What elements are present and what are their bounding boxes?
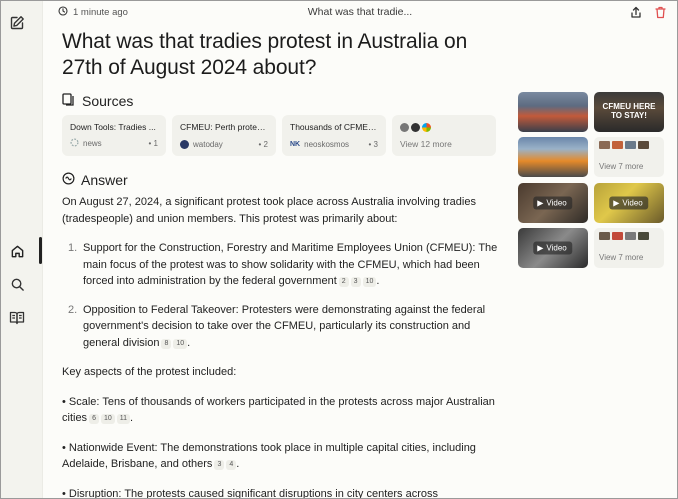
video-label: Video [546, 198, 567, 208]
thumb-preview [612, 232, 623, 240]
view-more-text: View 7 more [599, 162, 644, 171]
source-number-value: 2 [263, 140, 268, 149]
library-icon[interactable] [7, 307, 27, 327]
answer-body: On August 27, 2024, a significant protes… [62, 194, 507, 499]
question-title: What was that tradies protest in Austral… [62, 30, 468, 79]
aspect-text: • Disruption: The protests caused signif… [62, 487, 438, 499]
list-item: 1. Support for the Construction, Forestr… [68, 242, 498, 287]
aspect-item: • Scale: Tens of thousands of workers pa… [62, 395, 495, 424]
source-card[interactable]: CFMEU: Perth protes... watoday • 2 [172, 115, 276, 156]
view-more-videos-tile[interactable]: View 7 more [594, 228, 664, 268]
play-icon: ▶ [537, 198, 544, 208]
citation-badge[interactable]: 10 [173, 338, 188, 349]
favicon-icon [422, 123, 431, 132]
source-title: Down Tools: Tradies ... [70, 122, 156, 132]
answer-points: 1. Support for the Construction, Forestr… [62, 240, 507, 351]
image-thumbnail[interactable] [518, 137, 588, 177]
source-site: watoday [193, 140, 223, 149]
video-label: Video [622, 198, 643, 208]
image-thumbnail[interactable] [518, 92, 588, 132]
video-badge: ▶ Video [533, 241, 573, 255]
list-number: 1. [68, 242, 78, 254]
home-icon[interactable] [7, 241, 27, 261]
answer-intro: On August 27, 2024, a significant protes… [62, 196, 476, 225]
view-more-sources-card[interactable]: View 12 more [392, 115, 496, 156]
citation-badge[interactable]: 10 [362, 277, 377, 287]
delete-icon[interactable] [653, 5, 667, 19]
play-icon: ▶ [613, 198, 620, 208]
source-number-value: 3 [373, 140, 378, 149]
thumb-preview [599, 232, 610, 240]
search-icon[interactable] [7, 274, 27, 294]
video-thumbnail[interactable]: ▶ Video [518, 228, 588, 268]
list-text: Opposition to Federal Takeover: Proteste… [83, 303, 486, 349]
view-more-text: View 12 more [400, 139, 452, 149]
video-thumbnail[interactable]: ▶ Video [518, 183, 588, 223]
citation-badge[interactable]: 6 [89, 414, 99, 424]
list-number: 2. [68, 303, 78, 316]
answer-heading-text: Answer [81, 172, 128, 188]
thumb-preview [625, 141, 636, 149]
active-indicator [39, 237, 42, 264]
citation-badge[interactable]: 3 [214, 460, 225, 470]
sources-heading-text: Sources [82, 93, 134, 109]
citation-badge[interactable]: 4 [226, 460, 237, 470]
video-label: Video [546, 243, 567, 253]
thumb-preview [599, 141, 610, 149]
citation-badge[interactable]: 3 [350, 277, 361, 287]
list-item: 2. Opposition to Federal Takeover: Prote… [68, 303, 486, 349]
watoday-favicon-icon [180, 140, 189, 149]
thumb-preview [612, 141, 623, 149]
share-icon[interactable] [629, 5, 643, 19]
left-rail [1, 1, 43, 498]
source-site: neoskosmos [304, 140, 350, 149]
citation-badge[interactable]: 10 [100, 414, 115, 424]
answer-icon [62, 172, 75, 188]
video-badge: ▶ Video [609, 196, 649, 210]
aspect-item: • Nationwide Event: The demonstrations t… [62, 441, 476, 471]
neoskosmos-favicon-icon: NK [290, 141, 301, 148]
aspect-item: • Disruption: The protests caused signif… [62, 486, 507, 499]
video-thumbnail[interactable]: ▶ Video [594, 183, 664, 223]
source-number: • 1 [148, 139, 158, 148]
play-icon: ▶ [537, 243, 544, 253]
favicon-icon [400, 123, 409, 132]
source-number: • 2 [258, 140, 268, 149]
thumb-preview [625, 232, 636, 240]
citation-badge[interactable]: 2 [338, 277, 349, 287]
thread-title: What was that tradie... [307, 6, 413, 18]
thread-header: 1 minute ago What was that tradie... [43, 1, 677, 25]
source-title: CFMEU: Perth protes... [180, 122, 268, 132]
thumb-preview [638, 232, 649, 240]
image-thumbnail[interactable]: CFMEU HERE TO STAY! [594, 92, 664, 132]
loading-icon [70, 138, 79, 149]
source-title: Thousands of CFMEU... [290, 122, 378, 132]
aspects-intro: Key aspects of the protest included: [62, 366, 237, 378]
sign-text: CFMEU HERE TO STAY! [602, 102, 656, 120]
source-favicons [400, 123, 488, 132]
new-thread-icon[interactable] [7, 13, 27, 33]
list-text: Support for the Construction, Forestry a… [83, 242, 498, 287]
view-more-images-tile[interactable]: View 7 more [594, 137, 664, 177]
citation-badge[interactable]: 8 [161, 338, 172, 349]
source-card[interactable]: Thousands of CFMEU... NK neoskosmos • 3 [282, 115, 386, 156]
sources-icon [62, 93, 76, 109]
source-number-value: 1 [153, 139, 158, 148]
source-site: news [83, 139, 102, 148]
citation-badge[interactable]: 11 [116, 414, 131, 424]
aspect-text: • Nationwide Event: The demonstrations t… [62, 441, 476, 471]
view-more-text: View 7 more [599, 253, 644, 262]
thumb-preview [638, 141, 649, 149]
favicon-icon [411, 123, 420, 132]
source-card[interactable]: Down Tools: Tradies ... news • 1 [62, 115, 166, 156]
sources-heading: Sources [62, 93, 133, 109]
answer-heading: Answer [62, 172, 128, 188]
app-window: 1 minute ago What was that tradie... Wha… [0, 0, 678, 499]
source-number: • 3 [368, 140, 378, 149]
source-cards: Down Tools: Tradies ... news • 1 CFMEU: … [62, 115, 496, 156]
video-badge: ▶ Video [533, 196, 573, 210]
